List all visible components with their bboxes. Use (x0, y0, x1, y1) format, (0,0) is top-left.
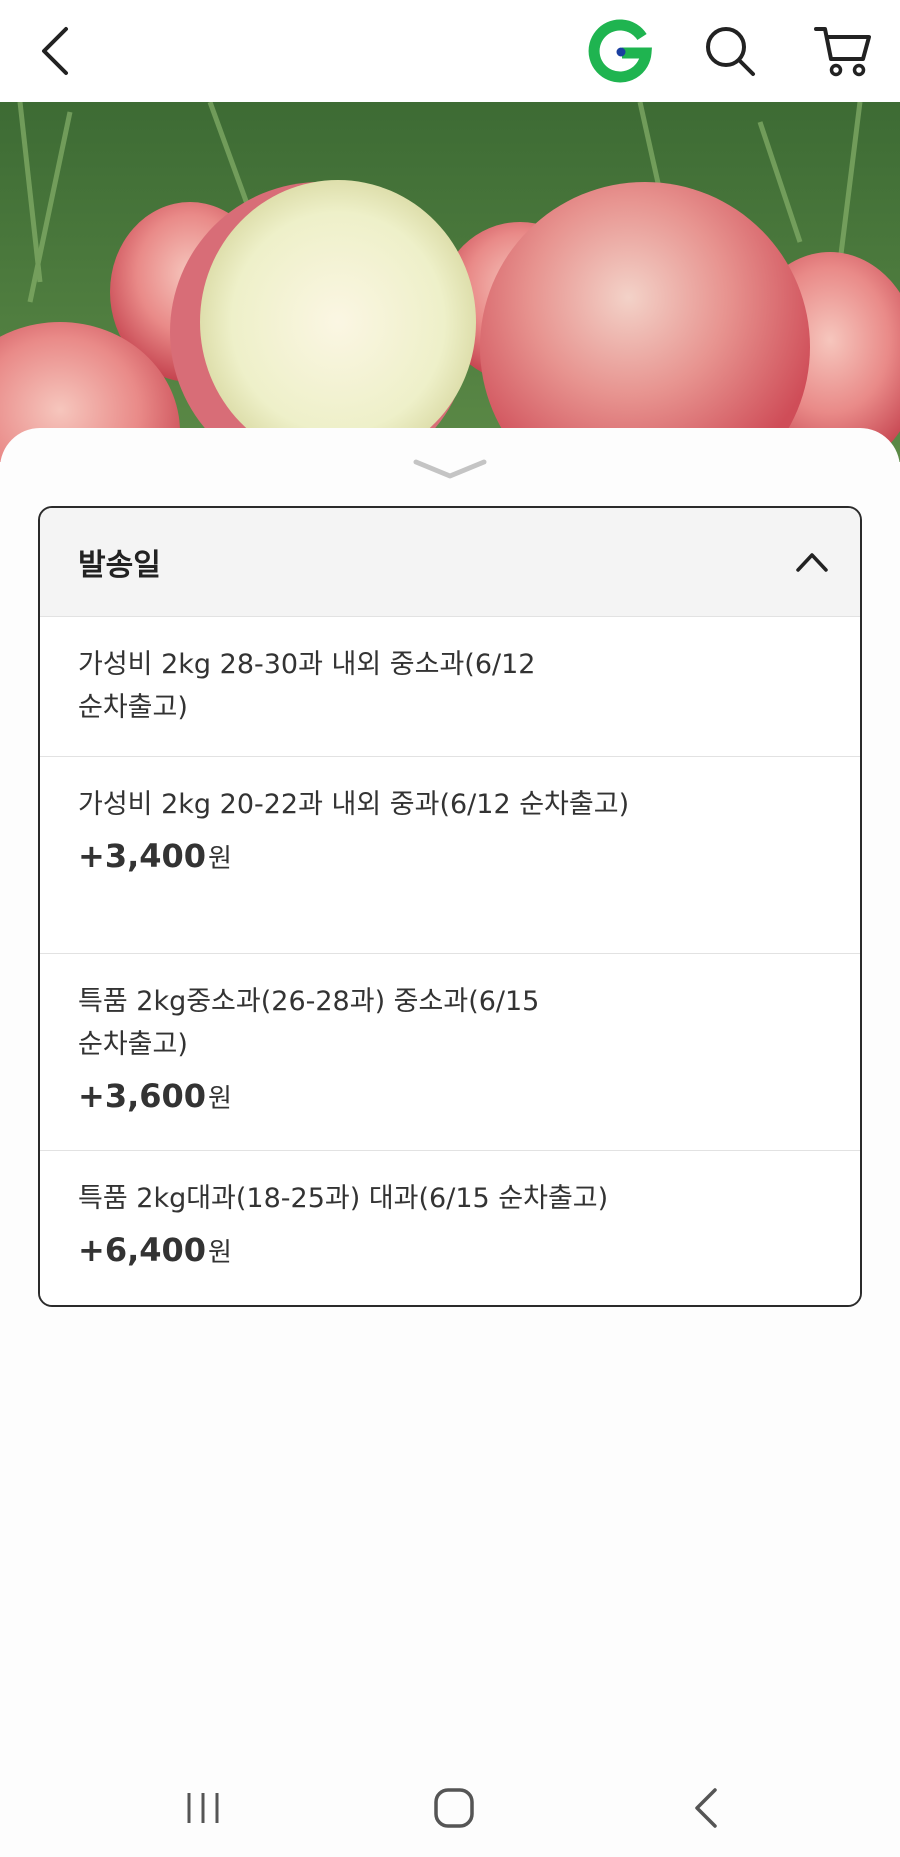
system-nav-bar (0, 1760, 900, 1857)
option-item[interactable]: 특품 2kg중소과(26-28과) 중소과(6/15 순차출고) +3,600원 (40, 953, 860, 1150)
price-value: +3,600 (78, 1077, 207, 1115)
price-value: +3,400 (78, 837, 207, 875)
option-item[interactable]: 특품 2kg대과(18-25과) 대과(6/15 순차출고) +6,400원 (40, 1150, 860, 1305)
option-item-price: +6,400원 (78, 1228, 860, 1275)
sheet-close-handle[interactable] (410, 454, 490, 484)
home-button[interactable] (424, 1778, 484, 1838)
option-item-name: 가성비 2kg 20-22과 내외 중과(6/12 순차출고) (78, 789, 630, 820)
option-item-name: 특품 2kg대과(18-25과) 대과(6/15 순차출고) (78, 1183, 609, 1214)
chevron-left-icon (42, 27, 68, 75)
cart-button[interactable] (808, 0, 878, 102)
option-dropdown: 발송일 가성비 2kg 28-30과 내외 중소과(6/12 순차출고) 가성비… (38, 506, 862, 1307)
chevron-down-icon (413, 459, 487, 479)
recents-button[interactable] (173, 1778, 233, 1838)
top-bar (0, 0, 900, 102)
chevron-up-icon (796, 553, 828, 572)
option-item-name: 가성비 2kg 28-30과 내외 중소과(6/12 순차출고) (78, 649, 536, 723)
back-icon (695, 1788, 717, 1828)
option-item-price: +3,600원 (78, 1074, 860, 1121)
recents-icon (187, 1793, 219, 1823)
g-logo-icon (588, 19, 652, 83)
option-dropdown-header[interactable]: 발송일 (40, 508, 860, 616)
home-icon (434, 1788, 474, 1828)
option-bottom-sheet: 발송일 가성비 2kg 28-30과 내외 중소과(6/12 순차출고) 가성비… (0, 428, 900, 1857)
option-item-price: +3,400원 (78, 834, 860, 881)
option-item-name: 특품 2kg중소과(26-28과) 중소과(6/15 순차출고) (78, 986, 540, 1060)
back-button[interactable] (30, 0, 80, 102)
price-currency: 원 (208, 1238, 232, 1268)
app-root: 발송일 가성비 2kg 28-30과 내외 중소과(6/12 순차출고) 가성비… (0, 0, 900, 1857)
price-value: +6,400 (78, 1231, 207, 1269)
gmarket-logo-button[interactable] (585, 0, 655, 102)
system-back-button[interactable] (677, 1778, 737, 1838)
option-item[interactable]: 가성비 2kg 20-22과 내외 중과(6/12 순차출고) +3,400원 (40, 756, 860, 953)
product-image (0, 102, 900, 462)
search-button[interactable] (700, 0, 760, 102)
option-item[interactable]: 가성비 2kg 28-30과 내외 중소과(6/12 순차출고) (40, 616, 860, 756)
option-title: 발송일 (78, 548, 161, 583)
price-currency: 원 (208, 844, 232, 874)
price-currency: 원 (208, 1084, 232, 1114)
cart-icon (814, 27, 871, 77)
search-icon (706, 27, 755, 76)
